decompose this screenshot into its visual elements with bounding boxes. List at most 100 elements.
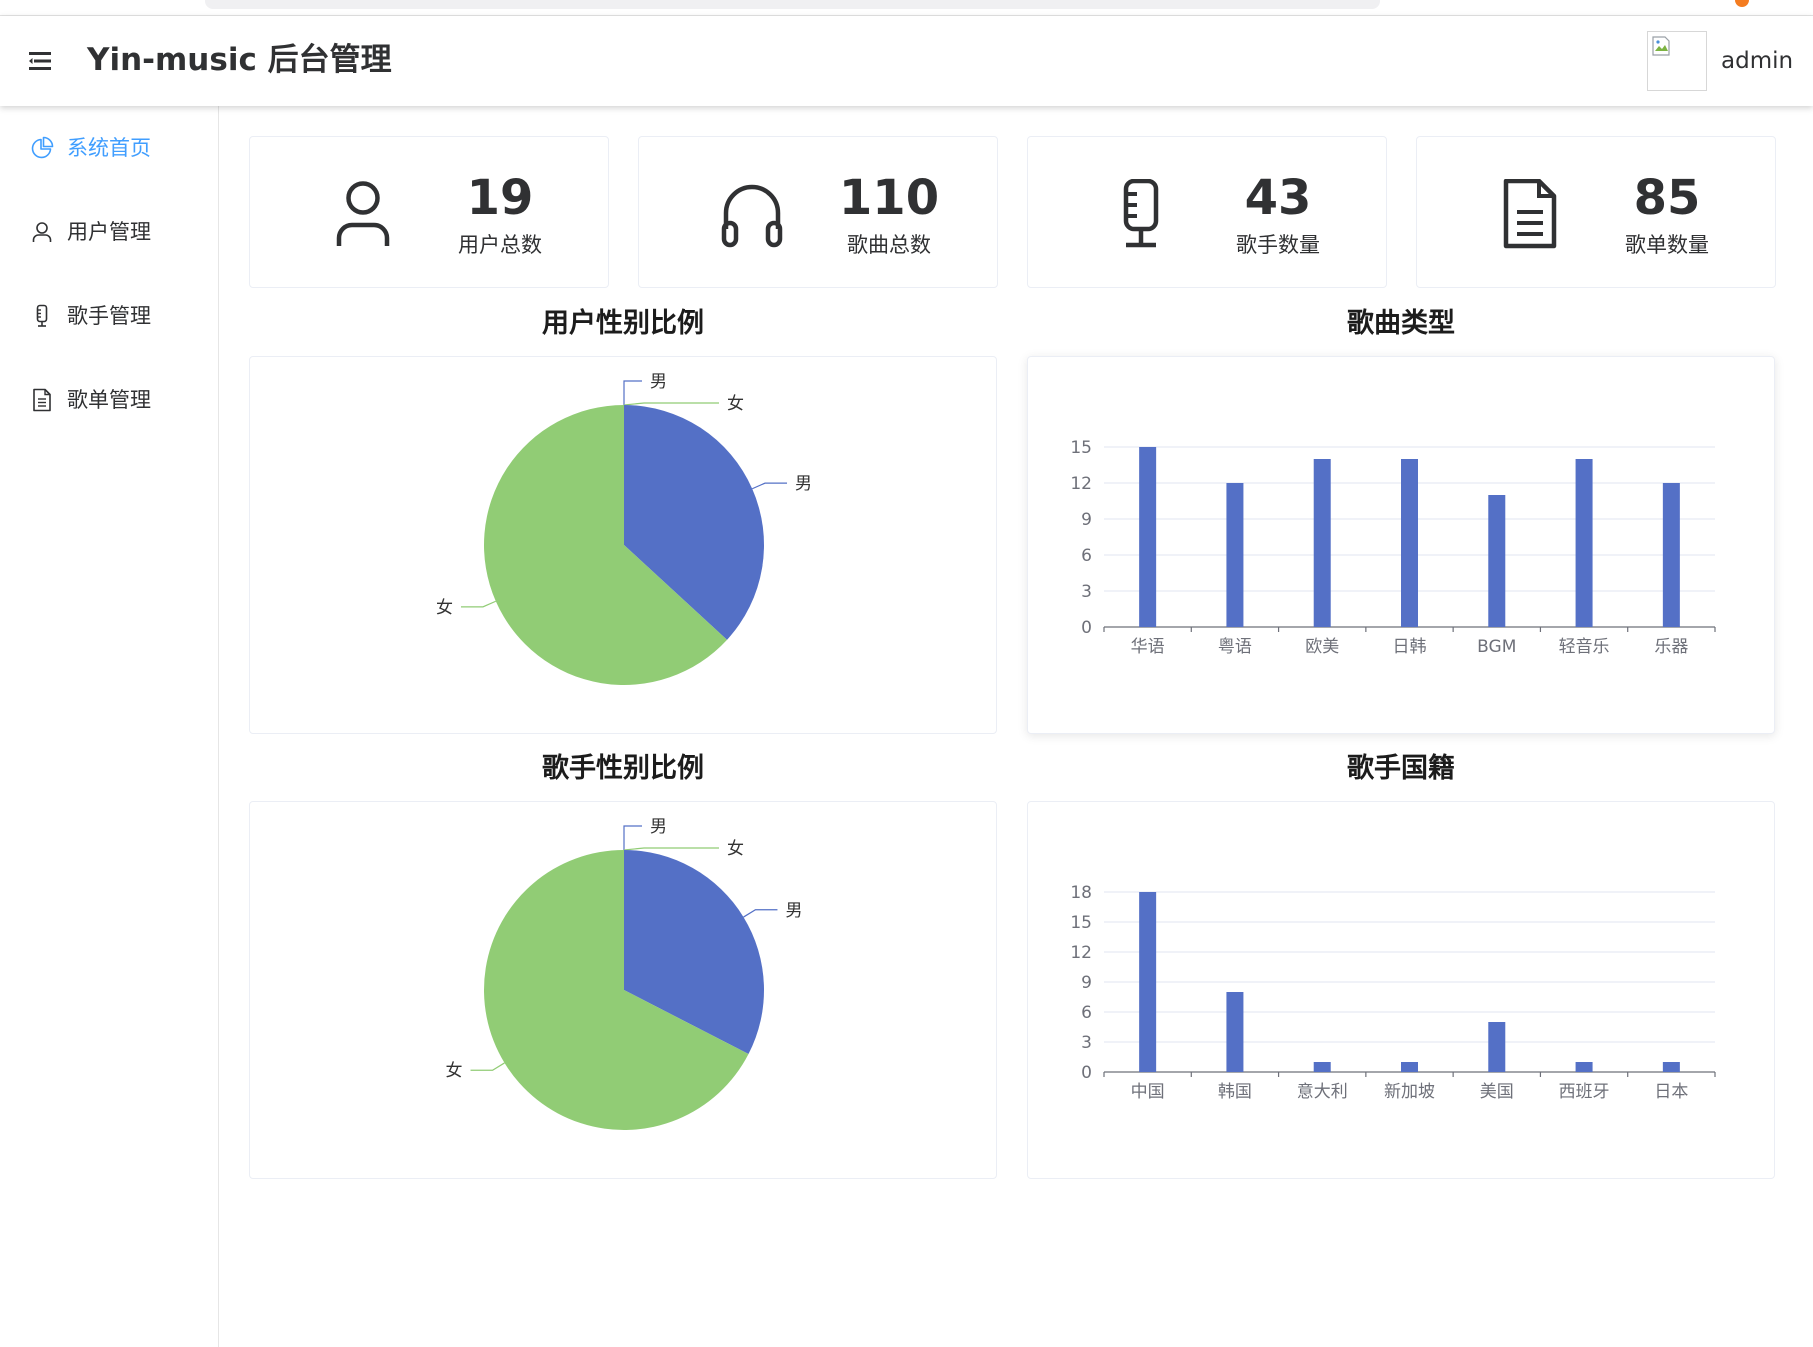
x-tick-label: 华语	[1131, 637, 1165, 657]
user-icon	[336, 181, 390, 246]
x-tick-label: BGM	[1477, 637, 1516, 657]
stat-card-songs: 110 歌曲总数	[638, 136, 998, 288]
y-tick-label: 15	[1070, 913, 1092, 933]
browser-address-bar[interactable]	[205, 0, 1380, 9]
song-types-bar-chart: 0 3 6 9 12 15 华语 粤语 欧美 日韩 BGM 轻音乐 乐器	[1070, 438, 1716, 657]
pie-label-line	[623, 380, 642, 405]
singer-gender-pie-chart: 男女男女	[446, 817, 802, 1130]
y-tick-label: 0	[1081, 618, 1092, 638]
sidebar-item-playlists[interactable]: 歌单管理	[0, 370, 218, 430]
stat-card-playlists: 85 歌单数量	[1416, 136, 1776, 288]
microphone-icon	[1123, 179, 1159, 248]
bar	[1575, 1062, 1593, 1072]
singer-gender-pie-card: 男女男女	[249, 801, 997, 1179]
sidebar-item-label: 歌单管理	[67, 388, 151, 412]
browser-profile-dot[interactable]	[1735, 0, 1749, 7]
user-gender-pie-chart: 男女男女	[436, 372, 812, 685]
x-tick-label: 日韩	[1393, 637, 1427, 657]
pie-label: 男	[785, 901, 802, 921]
menu-toggle-icon[interactable]	[28, 50, 54, 72]
avatar[interactable]	[1647, 31, 1707, 91]
y-tick-label: 9	[1081, 973, 1092, 993]
chart-title-singer-gender: 歌手性别比例	[542, 753, 704, 784]
broken-image-icon	[1652, 36, 1670, 56]
headphones-icon	[721, 184, 783, 248]
singer-nationality-bar-chart: 0 3 6 9 12 15 18 中国 韩国 意大利 新加坡 美国 西班牙 日本	[1070, 883, 1716, 1102]
x-tick-label: 新加坡	[1384, 1082, 1435, 1102]
stat-value: 85	[1633, 170, 1701, 226]
x-tick-label: 意大利	[1297, 1082, 1348, 1102]
pie-label: 男	[650, 372, 667, 392]
x-tick-label: 中国	[1131, 1082, 1165, 1102]
sidebar-item-home[interactable]: 系统首页	[0, 118, 218, 178]
x-tick-label: 韩国	[1218, 1082, 1252, 1102]
bar	[1662, 483, 1680, 627]
stat-label: 歌手数量	[1236, 233, 1320, 257]
pie-label: 女	[436, 598, 453, 618]
pie-label: 女	[727, 839, 744, 859]
singer-nationality-bar-card: 0 3 6 9 12 15 18 中国 韩国 意大利 新加坡 美国 西班牙 日本	[1027, 801, 1775, 1179]
stat-label: 用户总数	[458, 233, 542, 257]
bar	[1139, 447, 1157, 627]
song-types-bar-card: 0 3 6 9 12 15 华语 粤语 欧美 日韩 BGM 轻音乐 乐器	[1027, 356, 1775, 734]
stat-value: 19	[466, 170, 534, 226]
user-gender-pie-card: 男女男女	[249, 356, 997, 734]
pie-label: 女	[727, 394, 744, 414]
bar	[1575, 459, 1593, 627]
pie-label: 女	[446, 1061, 463, 1081]
pie-label-line	[623, 402, 719, 406]
bar	[1226, 483, 1244, 627]
x-tick-label: 粤语	[1218, 637, 1252, 657]
stat-card-singers: 43 歌手数量	[1027, 136, 1387, 288]
sidebar-item-label: 歌手管理	[67, 304, 151, 328]
pie-label-line	[623, 825, 642, 850]
y-tick-label: 12	[1070, 943, 1092, 963]
sidebar-item-label: 系统首页	[67, 136, 151, 160]
pie-label-line	[470, 1062, 505, 1071]
y-tick-label: 6	[1081, 1003, 1092, 1023]
app-header: Yin-music 后台管理 admin	[0, 16, 1813, 106]
pie-label-line	[751, 482, 788, 490]
bar	[1313, 1062, 1331, 1072]
pie-label-line	[623, 847, 719, 851]
x-tick-label: 轻音乐	[1559, 637, 1610, 657]
stat-label: 歌曲总数	[847, 233, 931, 257]
y-tick-label: 12	[1070, 474, 1092, 494]
bar	[1488, 495, 1506, 627]
x-tick-label: 日本	[1654, 1082, 1688, 1102]
sidebar-item-singers[interactable]: 歌手管理	[0, 286, 218, 346]
sidebar-item-users[interactable]: 用户管理	[0, 202, 218, 262]
x-tick-label: 乐器	[1654, 637, 1688, 657]
chart-title-user-gender: 用户性别比例	[542, 308, 704, 339]
pie-label: 男	[795, 474, 812, 494]
bar	[1488, 1022, 1506, 1072]
x-tick-label: 欧美	[1305, 637, 1339, 657]
y-tick-label: 3	[1081, 582, 1092, 602]
document-icon	[1503, 179, 1557, 249]
stat-value: 110	[838, 170, 940, 226]
stat-value: 43	[1244, 170, 1312, 226]
bar	[1139, 892, 1157, 1072]
chart-title-song-types: 歌曲类型	[1347, 308, 1455, 339]
y-tick-label: 18	[1070, 883, 1092, 903]
pie-label-line	[460, 600, 497, 608]
pie-label-line	[743, 909, 778, 918]
chart-title-singer-nationality: 歌手国籍	[1347, 753, 1455, 784]
pie-chart-icon	[31, 136, 54, 159]
username[interactable]: admin	[1721, 46, 1793, 76]
y-tick-label: 0	[1081, 1063, 1092, 1083]
stat-label: 歌单数量	[1625, 233, 1709, 257]
y-tick-label: 9	[1081, 510, 1092, 530]
pie-label: 男	[650, 817, 667, 837]
y-tick-label: 15	[1070, 438, 1092, 458]
document-icon	[33, 388, 51, 412]
x-tick-label: 美国	[1480, 1082, 1514, 1102]
stat-card-users: 19 用户总数	[249, 136, 609, 288]
sidebar-item-label: 用户管理	[67, 220, 151, 244]
browser-top-strip	[0, 0, 1813, 16]
y-tick-label: 3	[1081, 1033, 1092, 1053]
x-tick-label: 西班牙	[1559, 1082, 1610, 1102]
bar	[1226, 992, 1244, 1072]
bar	[1401, 459, 1418, 627]
y-tick-label: 6	[1081, 546, 1092, 566]
